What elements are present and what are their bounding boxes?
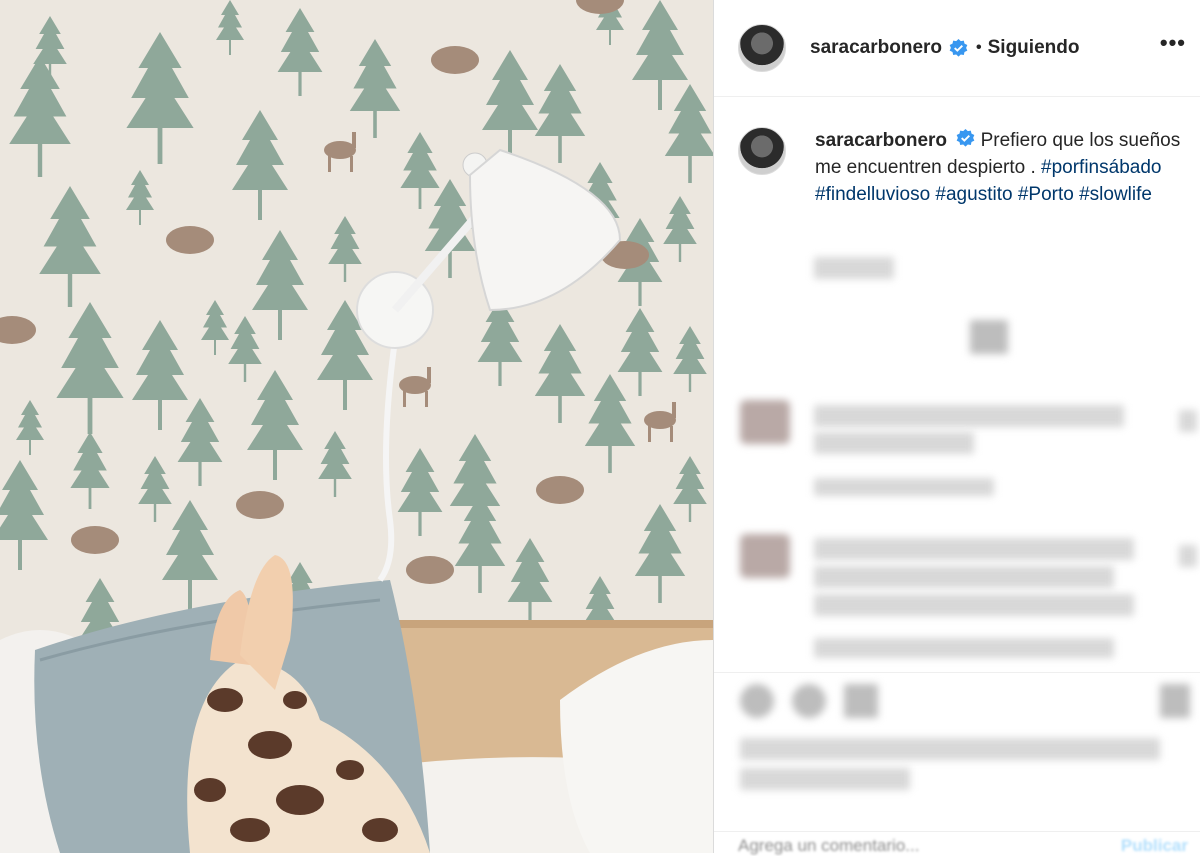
header-username[interactable]: saracarbonero xyxy=(810,37,942,59)
comment-form: Agrega un comentario... Publicar xyxy=(714,831,1200,856)
verified-badge-icon xyxy=(956,129,975,148)
hashtag-link[interactable]: #porfinsábado xyxy=(1041,157,1161,178)
more-options-icon[interactable]: ••• xyxy=(1160,30,1186,56)
hashtag-link[interactable]: #agustito xyxy=(935,184,1012,205)
verified-badge-icon xyxy=(949,38,968,57)
post-sidebar: saracarbonero • Siguiendo ••• saracarbon… xyxy=(714,0,1200,856)
comment-text-blurred xyxy=(814,566,1114,588)
wallpaper-animal xyxy=(71,526,119,554)
comment-text-blurred xyxy=(814,432,974,454)
hashtag-link[interactable]: #Porto xyxy=(1018,184,1074,205)
avatar[interactable] xyxy=(738,24,786,72)
comment-meta-blurred xyxy=(814,478,994,496)
publish-button[interactable]: Publicar xyxy=(1121,836,1188,856)
comment-avatar-blurred[interactable] xyxy=(740,534,790,578)
instagram-post: saracarbonero • Siguiendo ••• saracarbon… xyxy=(0,0,1200,856)
comment-text-blurred xyxy=(814,594,1134,616)
likes-summary-blurred xyxy=(740,738,1160,760)
comment-text-blurred xyxy=(814,405,1124,427)
following-button[interactable]: Siguiendo xyxy=(988,37,1080,59)
separator-dot: • xyxy=(976,39,982,56)
post-photo[interactable] xyxy=(0,0,713,853)
comment-input[interactable]: Agrega un comentario... xyxy=(738,836,919,856)
heart-icon[interactable] xyxy=(740,684,774,718)
load-more-comments-blurred[interactable] xyxy=(970,320,1008,354)
comment-like-icon-blurred[interactable] xyxy=(1179,545,1197,567)
wallpaper-animal xyxy=(406,556,454,584)
post-header: saracarbonero • Siguiendo ••• xyxy=(714,0,1200,97)
wallpaper-animal xyxy=(166,226,214,254)
post-date-blurred xyxy=(740,768,910,790)
comment-text-blurred xyxy=(814,538,1134,560)
wallpaper-animal xyxy=(236,491,284,519)
caption-username[interactable]: saracarbonero xyxy=(815,130,947,151)
photo-illustration xyxy=(0,0,713,853)
wallpaper-animal xyxy=(431,46,479,74)
comment-like-icon-blurred[interactable] xyxy=(1179,410,1197,432)
comment-avatar-blurred[interactable] xyxy=(740,400,790,444)
caption-avatar[interactable] xyxy=(738,127,786,175)
bookmark-icon[interactable] xyxy=(1160,684,1190,718)
caption: saracarbonero Prefiero que los sueños me… xyxy=(738,127,1200,208)
comment-icon[interactable] xyxy=(792,684,826,718)
caption-text-block: saracarbonero Prefiero que los sueños me… xyxy=(815,127,1200,208)
hashtag-link[interactable]: #slowlife xyxy=(1079,184,1152,205)
hashtag-link[interactable]: #findelluvioso xyxy=(815,184,930,205)
comment-meta-blurred xyxy=(814,638,1114,658)
wallpaper-animal xyxy=(536,476,584,504)
actions-divider xyxy=(714,672,1200,673)
caption-timestamp-blurred xyxy=(814,257,894,279)
share-icon[interactable] xyxy=(844,684,878,718)
